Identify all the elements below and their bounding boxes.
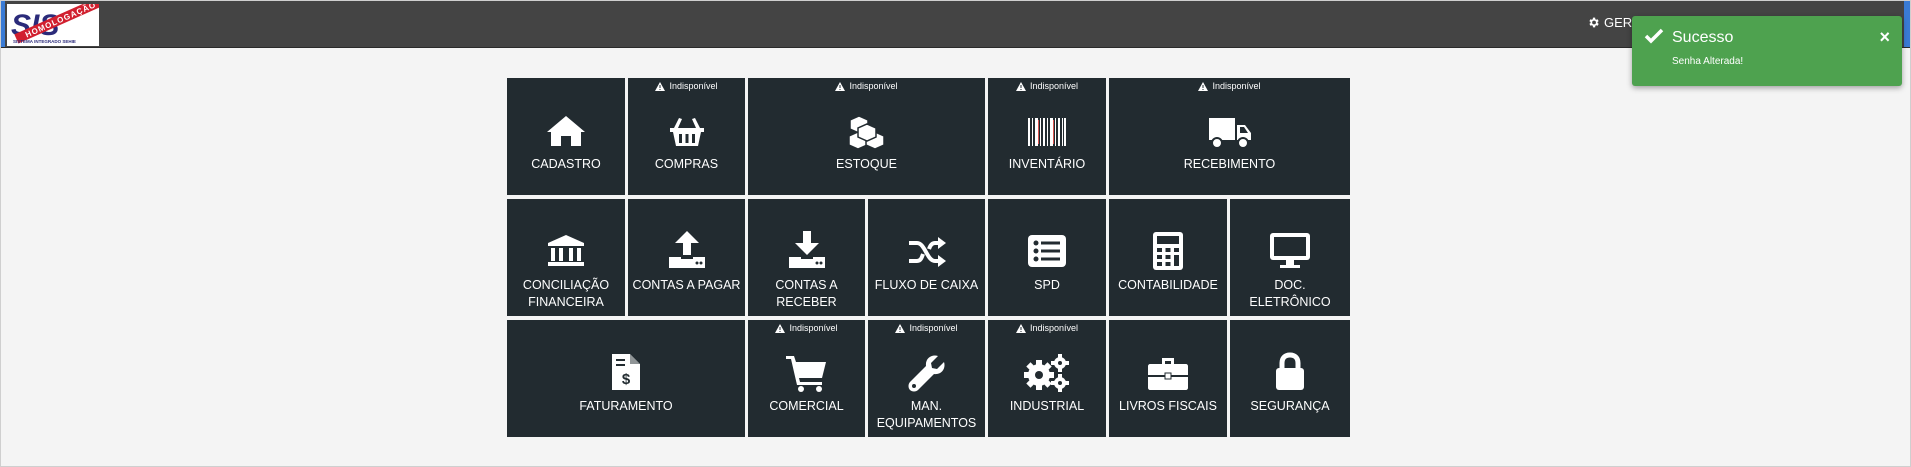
tile-faturamento[interactable]: $ FATURAMENTO — [507, 320, 745, 437]
tile-contabilidade[interactable]: CONTABILIDADE — [1109, 199, 1227, 316]
warning-icon — [1015, 81, 1026, 91]
tile-label: CONTABILIDADE — [1118, 278, 1218, 292]
list-icon — [1028, 235, 1066, 267]
calculator-icon — [1153, 232, 1183, 270]
cart-icon — [785, 356, 826, 392]
tile-label: DOC. — [1274, 278, 1306, 292]
wrench-icon — [908, 355, 945, 392]
tile-label: COMPRAS — [654, 157, 719, 171]
tile-label: COMERCIAL — [769, 399, 844, 413]
shuffle-icon — [908, 237, 946, 267]
warning-icon — [835, 81, 846, 91]
barcode-icon — [1028, 118, 1066, 146]
cubes-icon — [847, 115, 885, 150]
warning-icon — [1198, 81, 1209, 91]
briefcase-icon — [1148, 358, 1188, 390]
basket-icon — [669, 118, 704, 146]
gears-icon — [1024, 354, 1069, 392]
svg-text:SISTEMA INTEGRADO SEHIE: SISTEMA INTEGRADO SEHIE — [13, 39, 76, 44]
unavailable-badge: Indisponível — [868, 323, 985, 333]
home-icon — [547, 116, 585, 146]
tile-label-line2: RECEBER — [776, 295, 837, 309]
navbar-accent-left — [1, 1, 5, 47]
tile-estoque[interactable]: Indisponível ESTOQUE — [748, 78, 985, 195]
gear-icon — [1589, 17, 1599, 28]
tile-label: RECEBIMENTO — [1183, 157, 1276, 171]
tile-label: FLUXO DE CAIXA — [874, 278, 979, 292]
unavailable-badge: Indisponível — [1109, 81, 1350, 91]
tile-label: SPD — [1034, 278, 1060, 292]
success-toast: Sucesso Senha Alterada! × — [1632, 16, 1902, 86]
invoice-icon: $ — [612, 354, 640, 390]
truck-icon — [1208, 118, 1251, 149]
tile-industrial[interactable]: Indisponível INDUSTRIAL — [988, 320, 1106, 437]
download-icon — [788, 231, 825, 268]
unavailable-badge: Indisponível — [628, 81, 745, 91]
tile-label-line2: FINANCEIRA — [528, 295, 604, 309]
tile-inventario[interactable]: Indisponível INVENTÁRIO — [988, 78, 1106, 195]
checkmark-icon — [1644, 28, 1664, 44]
tile-contas-a-pagar[interactable]: CONTAS A PAGAR — [628, 199, 745, 316]
tile-man-equipamentos[interactable]: Indisponível MAN. EQUIPAMENTOS — [868, 320, 985, 437]
sis-logo[interactable]: SIS HOMOLOGAÇÃO SISTEMA INTEGRADO SEHIE — [7, 4, 99, 46]
warning-icon — [655, 81, 666, 91]
tile-label-line2: ELETRÔNICO — [1249, 295, 1331, 309]
tile-label-line2: EQUIPAMENTOS — [876, 416, 977, 430]
tile-recebimento[interactable]: Indisponível RECEBIMENTO — [1109, 78, 1350, 195]
tile-label: INVENTÁRIO — [1008, 157, 1086, 171]
tile-compras[interactable]: Indisponível COMPRAS — [628, 78, 745, 195]
svg-text:$: $ — [622, 371, 631, 388]
upload-icon — [668, 231, 705, 268]
tile-label: ESTOQUE — [836, 157, 897, 171]
toast-message: Senha Alterada! — [1672, 56, 1744, 67]
bank-icon — [548, 235, 584, 266]
unavailable-badge: Indisponível — [748, 81, 985, 91]
warning-icon — [775, 323, 786, 333]
tile-label: LIVROS FISCAIS — [1119, 399, 1217, 413]
tile-spd[interactable]: SPD — [988, 199, 1106, 316]
warning-icon — [1015, 323, 1026, 333]
toast-close-button[interactable]: × — [1879, 27, 1890, 48]
tile-label: MAN. — [910, 399, 943, 413]
tile-label: CADASTRO — [531, 157, 601, 171]
tile-label: SEGURANÇA — [1250, 399, 1330, 413]
tile-label: CONCILIAÇÃO — [522, 278, 610, 292]
navbar-accent-right — [1904, 1, 1910, 47]
tile-label: CONTAS A — [775, 278, 838, 292]
tile-contas-a-receber[interactable]: CONTAS A RECEBER — [748, 199, 865, 316]
tile-comercial[interactable]: Indisponível COMERCIAL — [748, 320, 865, 437]
toast-title: Sucesso — [1672, 29, 1734, 46]
tile-fluxo-de-caixa[interactable]: FLUXO DE CAIXA — [868, 199, 985, 316]
tile-label: FATURAMENTO — [579, 399, 673, 413]
tile-label: CONTAS A PAGAR — [632, 278, 741, 292]
lock-icon — [1276, 352, 1304, 390]
module-grid: CADASTRO Indisponível COMPRAS Indisponív… — [507, 78, 1350, 437]
tile-livros-fiscais[interactable]: LIVROS FISCAIS — [1109, 320, 1227, 437]
tile-cadastro[interactable]: CADASTRO — [507, 78, 625, 195]
tile-seguranca[interactable]: SEGURANÇA — [1230, 320, 1350, 437]
top-navbar: SIS HOMOLOGAÇÃO SISTEMA INTEGRADO SEHIE … — [1, 1, 1910, 48]
monitor-icon — [1270, 233, 1310, 268]
tile-conciliacao-financeira[interactable]: CONCILIAÇÃO FINANCEIRA — [507, 199, 625, 316]
unavailable-badge: Indisponível — [748, 323, 865, 333]
tile-label: INDUSTRIAL — [1009, 399, 1085, 413]
unavailable-badge: Indisponível — [988, 323, 1106, 333]
warning-icon — [895, 323, 906, 333]
tile-doc-eletronico[interactable]: DOC. ELETRÔNICO — [1230, 199, 1350, 316]
unavailable-badge: Indisponível — [988, 81, 1106, 91]
